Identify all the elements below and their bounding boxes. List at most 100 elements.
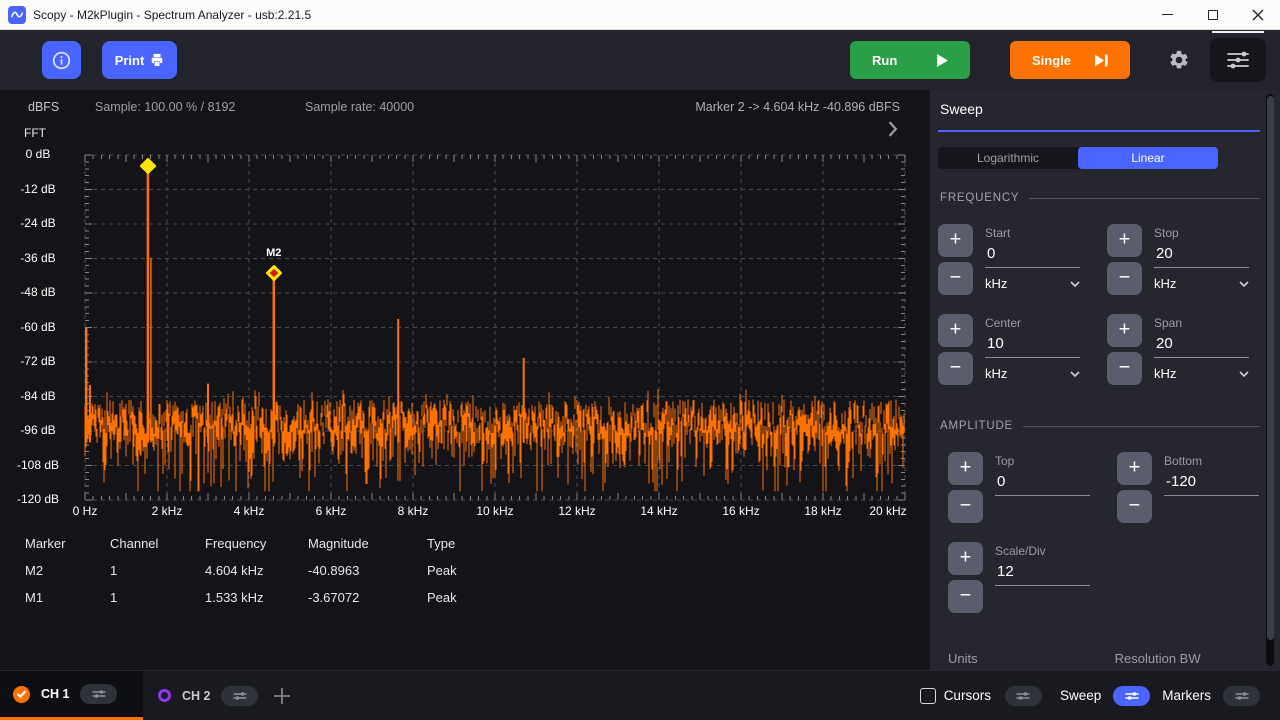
spinbox-scale-div: Scale/Div 12 [948, 542, 1090, 613]
channel-1-enable-checkbox[interactable] [13, 686, 30, 703]
bottom-bar-right: Cursors Sweep Markers [920, 686, 1260, 706]
center-unit-select[interactable]: kHz [985, 366, 1080, 381]
single-button[interactable]: Single [1010, 41, 1130, 79]
channel-2-settings-button[interactable] [221, 686, 258, 706]
run-button[interactable]: Run [850, 41, 970, 79]
minimize-button[interactable] [1145, 0, 1190, 29]
stop-unit: kHz [1154, 276, 1176, 291]
markers-menu-label: Markers [1162, 688, 1211, 703]
marker-table-header-cell: Frequency [205, 536, 308, 551]
start-unit-select[interactable]: kHz [985, 276, 1080, 291]
toolbar: Print Run Single [0, 30, 1280, 90]
panel-scrollbar[interactable] [1266, 94, 1274, 666]
y-tick-label: -60 dB [0, 320, 76, 334]
cursors-checkbox[interactable] [920, 688, 936, 704]
section-divider [1029, 198, 1260, 199]
plot-pane: dBFS Sample: 100.00 % / 8192 Sample rate… [0, 90, 930, 670]
span-unit: kHz [1154, 366, 1176, 381]
units-label: Units [948, 651, 978, 666]
chevron-down-icon [1239, 281, 1249, 287]
stop-increment-button[interactable] [1107, 224, 1142, 257]
scale-div-decrement-button[interactable] [948, 580, 983, 613]
window-title: Scopy - M2kPlugin - Spectrum Analyzer - … [33, 8, 311, 22]
bottom-increment-button[interactable] [1117, 452, 1152, 485]
top-value[interactable]: 0 [995, 473, 1090, 496]
scale-toggle: Logarithmic Linear [938, 147, 1218, 169]
print-label: Print [115, 53, 145, 68]
y-unit-label: dBFS [28, 100, 59, 114]
active-tool-indicator [1212, 31, 1264, 33]
center-decrement-button[interactable] [938, 352, 973, 385]
stop-decrement-button[interactable] [1107, 262, 1142, 295]
stop-unit-select[interactable]: kHz [1154, 276, 1249, 291]
markers-settings-button[interactable] [1223, 686, 1260, 706]
x-tick-label: 18 kHz [793, 504, 853, 518]
scale-div-increment-button[interactable] [948, 542, 983, 575]
channel-1-label: CH 1 [41, 687, 69, 701]
mini-sliders-icon [1234, 691, 1250, 701]
maximize-button[interactable] [1190, 0, 1235, 29]
check-icon [16, 689, 27, 699]
close-icon [1252, 9, 1264, 21]
y-tick-label: -72 dB [0, 354, 76, 368]
scale-div-value[interactable]: 12 [995, 563, 1090, 586]
bottom-value[interactable]: -120 [1164, 473, 1259, 496]
x-tick-label: 12 kHz [547, 504, 607, 518]
toggle-linear[interactable]: Linear [1078, 147, 1218, 169]
stop-value[interactable]: 20 [1154, 245, 1249, 268]
y-tick-label: -96 dB [0, 423, 76, 437]
printer-icon [150, 53, 164, 67]
print-button[interactable]: Print [102, 41, 177, 79]
bottom-decrement-button[interactable] [1117, 490, 1152, 523]
main-area: dBFS Sample: 100.00 % / 8192 Sample rate… [0, 90, 1280, 670]
y-tick-label: -12 dB [0, 182, 76, 196]
marker-table-cell: 1.533 kHz [205, 590, 308, 605]
sweep-settings-button[interactable] [1113, 686, 1150, 706]
toggle-logarithmic[interactable]: Logarithmic [938, 147, 1078, 169]
scrollbar-thumb[interactable] [1267, 96, 1274, 640]
resolution-bw-label: Resolution BW [1115, 651, 1201, 666]
mini-sliders-icon [91, 689, 107, 699]
top-decrement-button[interactable] [948, 490, 983, 523]
plus-icon [273, 687, 291, 705]
spectrum-plot[interactable]: M2 [85, 155, 905, 500]
chevron-down-icon [1070, 281, 1080, 287]
channel-1-tab[interactable]: CH 1 [0, 671, 143, 720]
plot-header: dBFS Sample: 100.00 % / 8192 Sample rate… [0, 100, 930, 116]
span-unit-select[interactable]: kHz [1154, 366, 1249, 381]
settings-panel: Sweep Logarithmic Linear FREQUENCY Start [930, 90, 1280, 670]
amplitude-section-header: AMPLITUDE [940, 420, 1260, 432]
span-decrement-button[interactable] [1107, 352, 1142, 385]
bottom-bar: CH 1 CH 2 Cursors [0, 670, 1280, 720]
marker-table-header-cell: Marker [25, 536, 110, 551]
top-increment-button[interactable] [948, 452, 983, 485]
y-tick-label: -48 dB [0, 285, 76, 299]
center-increment-button[interactable] [938, 314, 973, 347]
marker-m1-handle[interactable] [139, 157, 156, 174]
start-label: Start [985, 226, 1080, 240]
cursors-settings-button[interactable] [1005, 686, 1042, 706]
add-channel-button[interactable] [270, 684, 294, 708]
marker-selected-indicator [270, 268, 278, 276]
channel-1-settings-button[interactable] [80, 684, 117, 704]
sweep-menu-label: Sweep [1060, 688, 1101, 703]
gear-icon[interactable] [1164, 49, 1194, 71]
span-increment-button[interactable] [1107, 314, 1142, 347]
span-value[interactable]: 20 [1154, 335, 1249, 358]
play-icon [937, 54, 948, 67]
start-value[interactable]: 0 [985, 245, 1080, 268]
start-increment-button[interactable] [938, 224, 973, 257]
mini-sliders-icon [1015, 691, 1031, 701]
info-button[interactable] [42, 41, 81, 79]
spinbox-bottom: Bottom -120 [1117, 452, 1259, 523]
channel-2-enable-checkbox[interactable] [158, 689, 171, 702]
close-button[interactable] [1235, 0, 1280, 29]
panel-toggle-button[interactable] [1210, 38, 1266, 82]
spinbox-center: Center 10 kHz [938, 314, 1080, 385]
start-decrement-button[interactable] [938, 262, 973, 295]
center-value[interactable]: 10 [985, 335, 1080, 358]
marker-m2-handle[interactable] [265, 264, 282, 281]
sample-info: Sample: 100.00 % / 8192 [95, 100, 235, 114]
channel-2-tab[interactable]: CH 2 [158, 686, 258, 706]
chevron-right-icon[interactable] [888, 121, 904, 137]
